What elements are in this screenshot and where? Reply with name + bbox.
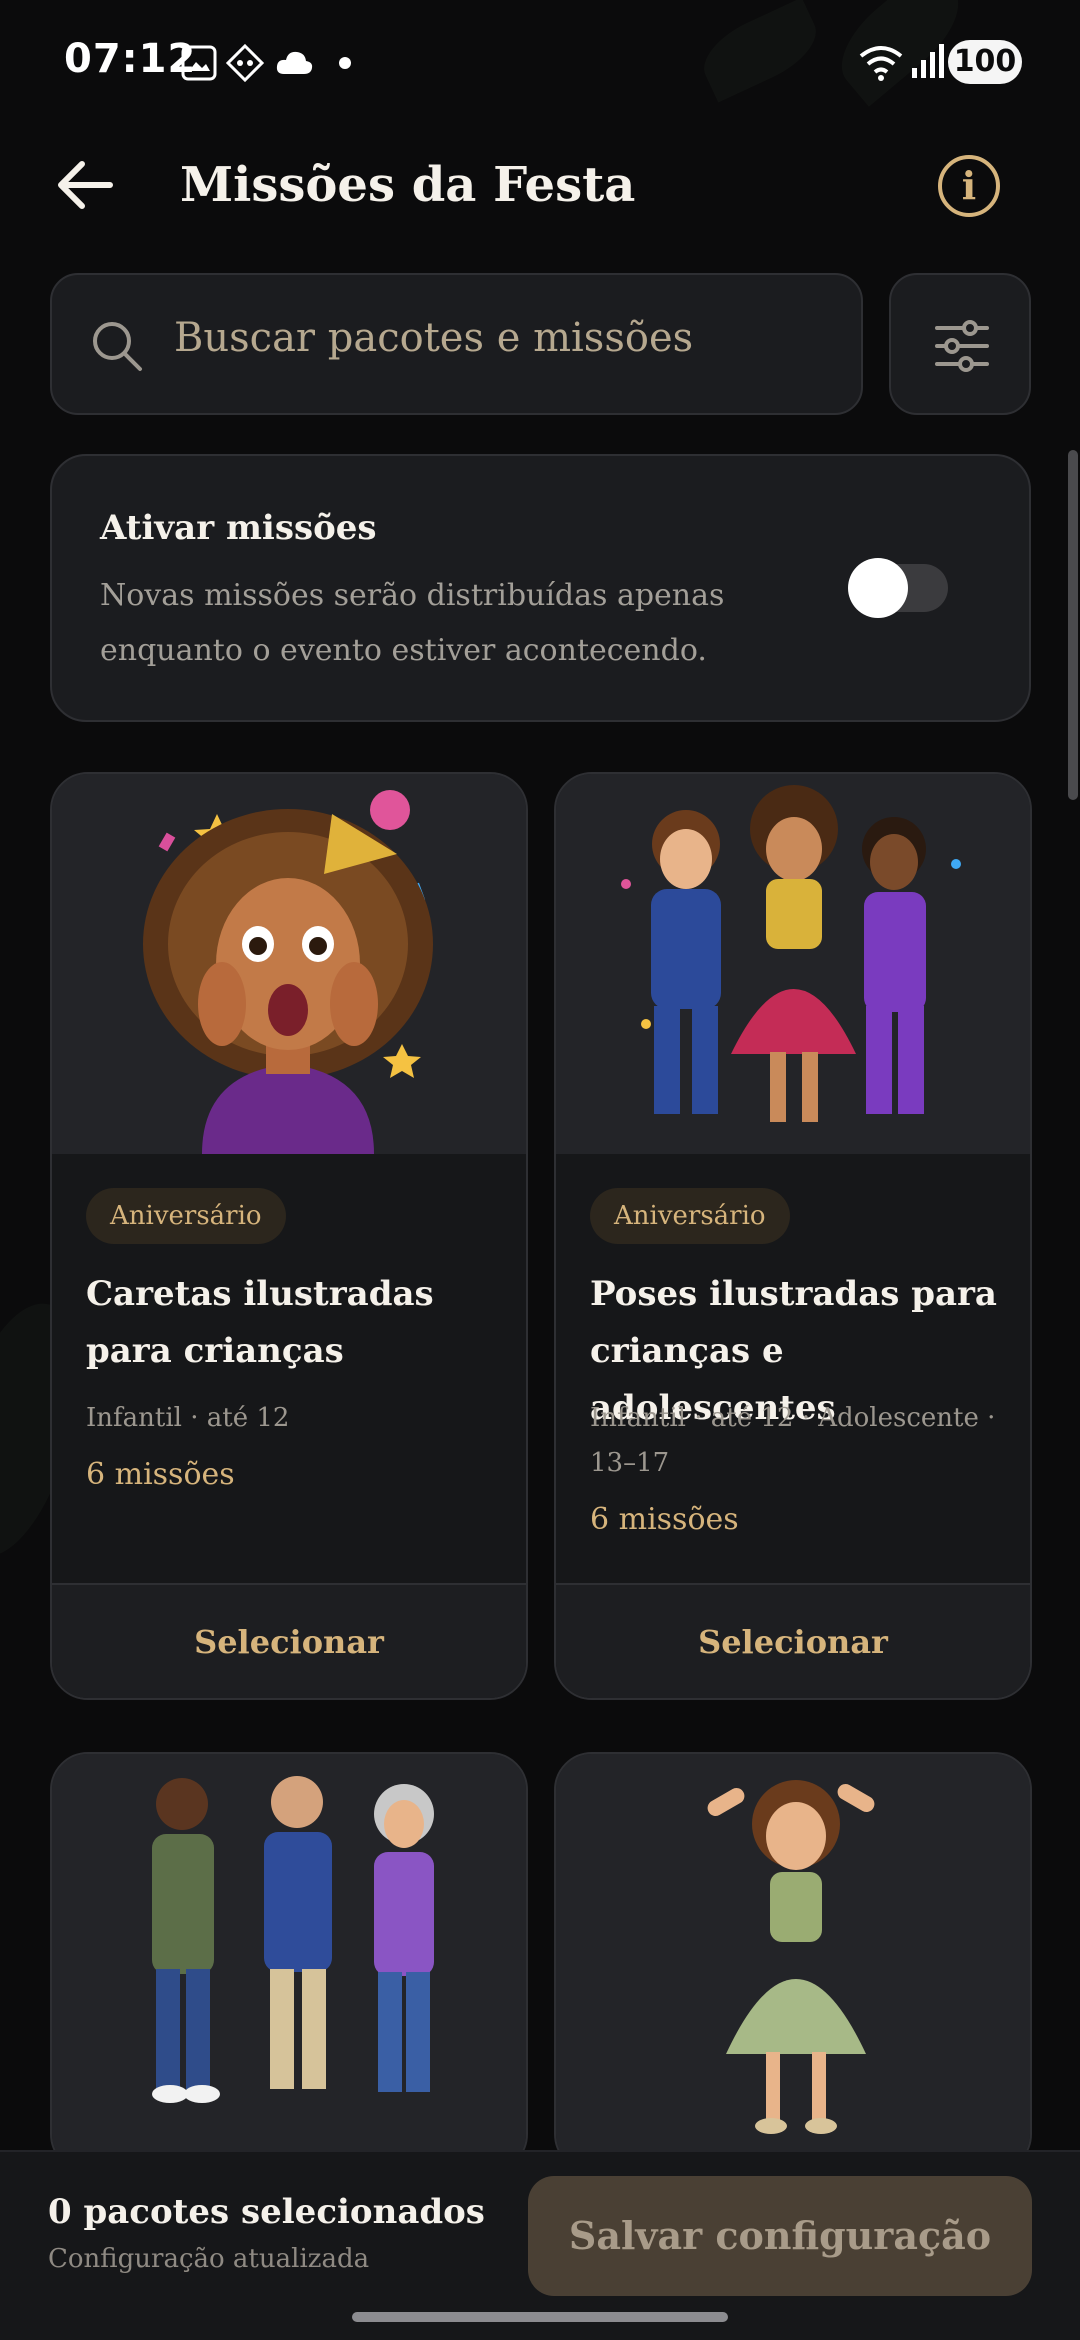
toggle-description: Novas missões serão distribuídas apenas … [100,578,725,668]
search-input[interactable]: Buscar pacotes e missões [50,273,863,415]
search-icon [93,322,142,371]
package-body: Aniversário Poses ilustradas para crianç… [556,1154,1030,1698]
toggle-title: Ativar missões [100,508,377,548]
battery-indicator: 100 [948,40,1022,84]
switch-knob [848,558,908,618]
arrow-left-icon [58,161,113,209]
filter-button[interactable] [889,273,1031,415]
three-kids-illustration [621,785,961,1122]
diamond-app-icon [226,44,264,82]
mission-count: 6 missões [86,1457,235,1492]
girl-green-dress-illustration [707,1780,875,2134]
missions-switch[interactable] [848,558,948,618]
page-title: Missões da Festa [180,157,636,213]
package-image [52,1754,526,2170]
home-indicator[interactable] [352,2312,728,2322]
dot-icon [339,57,351,69]
select-button[interactable]: Selecionar [52,1585,526,1698]
three-adults-illustration [152,1776,434,2103]
package-image [556,1754,1030,2170]
package-meta: Infantil · até 12 [86,1403,290,1433]
package-title: Caretas ilustradas para crianças [86,1274,434,1371]
package-meta: Infantil · até 12 · Adolescente · 13–17 [590,1403,996,1478]
status-time: 07:12 [64,36,197,82]
package-card[interactable]: Aniversário Poses ilustradas para crianç… [554,772,1032,1700]
cloud-icon [276,51,313,74]
search-placeholder: Buscar pacotes e missões [174,315,694,361]
save-config-button[interactable]: Salvar configuração [528,2176,1032,2296]
select-button[interactable]: Selecionar [556,1585,1030,1698]
selected-count: 0 pacotes selecionados [48,2192,485,2232]
bottom-bar: 0 pacotes selecionados Configuração atua… [0,2150,1080,2340]
package-card[interactable] [554,1752,1032,2172]
surprised-girl-illustration [143,790,433,1154]
back-button[interactable] [50,150,120,220]
missions-toggle-card: Ativar missões Novas missões serão distr… [50,454,1031,722]
package-image [52,774,526,1154]
category-badge: Aniversário [86,1188,286,1244]
signal-icon [912,44,944,78]
category-badge: Aniversário [590,1188,790,1244]
scrollbar[interactable] [1068,450,1078,800]
sliders-icon [935,320,989,372]
mission-count: 6 missões [590,1502,739,1537]
package-body: Aniversário Caretas ilustradas para cria… [52,1154,526,1698]
status-bar: 07:12 100 [0,0,1080,120]
package-image [556,774,1030,1154]
package-card[interactable] [50,1752,528,2172]
wifi-icon [859,46,903,81]
config-status: Configuração atualizada [48,2244,370,2274]
info-button[interactable]: i [938,155,1000,217]
package-card[interactable]: Aniversário Caretas ilustradas para cria… [50,772,528,1700]
screenshot-icon [181,45,217,81]
info-icon: i [961,163,977,208]
